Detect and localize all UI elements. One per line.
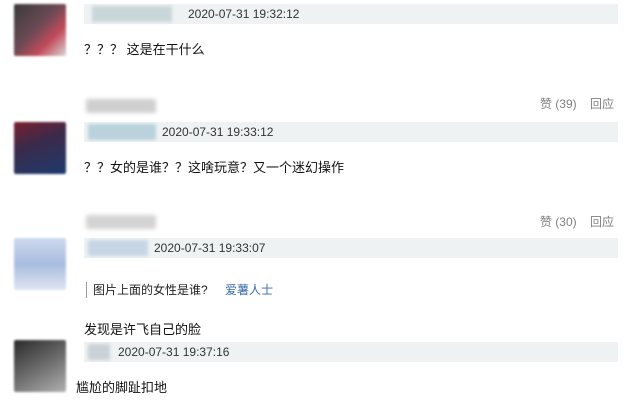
username-tag[interactable] [88,344,110,360]
avatar[interactable] [14,122,66,174]
comment-timestamp: 2020-07-31 19:33:12 [162,125,274,139]
comment-meta-bar: 2020-07-31 19:33:07 [84,238,618,258]
like-button[interactable]: 赞 (39) [540,97,577,111]
username-tag[interactable] [88,240,148,256]
quoted-comment: 图片上面的女性是谁? 爱薯人士 [86,282,273,298]
username[interactable] [92,6,172,22]
comment-text: ？？女的是谁？？这啥玩意？又一个迷幻操作 [84,160,345,175]
comment-actions: 赞 (39) 回应 [530,96,614,112]
reply-button[interactable]: 回应 [590,97,614,111]
like-button[interactable]: 赞 (30) [540,215,577,229]
comment-timestamp: 2020-07-31 19:37:16 [118,345,230,359]
comment-meta-bar: 2020-07-31 19:33:12 [84,122,618,142]
username-tag[interactable] [88,124,156,140]
comment-actions: 赞 (30) 回应 [530,214,614,230]
quote-text: 图片上面的女性是谁? [93,283,208,297]
reply-button[interactable]: 回应 [590,215,614,229]
comment-text: 发现是许飞自己的脸 [84,322,202,337]
avatar[interactable] [14,238,66,290]
username[interactable] [86,99,156,113]
comment-text: ？？？ 这是在干什么 [84,42,205,57]
quote-author-link[interactable]: 爱薯人士 [225,283,273,297]
comment-text: 尴尬的脚趾扣地 [76,380,168,395]
avatar[interactable] [14,4,66,56]
comment-timestamp: 2020-07-31 19:33:07 [154,241,266,255]
comment-meta-bar: 2020-07-31 19:32:12 [84,4,618,24]
comment-timestamp: 2020-07-31 19:32:12 [188,7,300,21]
comment-meta-bar: 2020-07-31 19:37:16 [84,342,618,362]
avatar[interactable] [14,340,66,392]
username[interactable] [86,215,156,229]
